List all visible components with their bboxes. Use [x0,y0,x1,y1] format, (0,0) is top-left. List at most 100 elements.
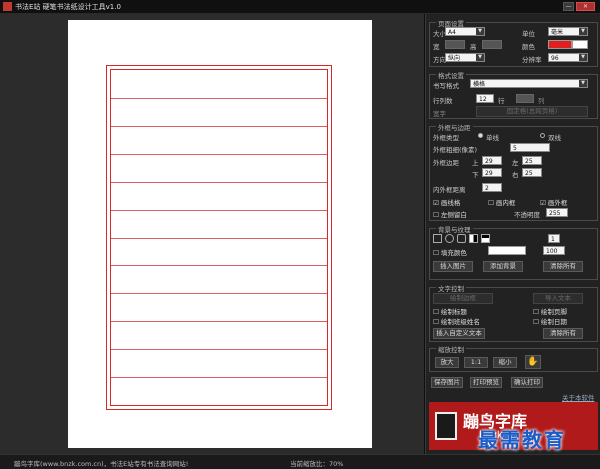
width-label: 宽 [433,43,440,51]
draw-line-checkbox[interactable]: ☑ 画线格 [433,197,460,207]
draw-date-checkbox[interactable]: ☐ 绘制日期 [533,316,567,326]
draw-inner-checkbox[interactable]: ☐ 画内框 [488,197,515,207]
top-fill-icon[interactable] [481,234,490,243]
fill-color-swatch[interactable] [488,246,526,255]
draw-name-checkbox[interactable]: ☐ 绘制班级姓名 [433,316,480,326]
single-line-radio[interactable] [478,133,483,138]
right-label: 右 [512,171,519,179]
app-icon [3,2,12,11]
actual-size-button[interactable]: 1:1 [464,357,488,368]
format-select[interactable]: 横格 ▼ [470,79,588,88]
height-input[interactable] [482,40,502,49]
color-label: 颜色 [522,43,535,51]
margin-label: 外框边距 [433,159,459,167]
draw-outer-checkbox[interactable]: ☑ 画外框 [540,197,567,207]
ruled-line [111,181,327,183]
add-background-button[interactable]: 添加背景 [483,261,523,272]
bottom-label: 下 [472,171,479,179]
opacity-input[interactable]: 255 [546,208,568,217]
close-button[interactable]: ✕ [576,2,595,11]
border-settings-title: 外框与边距 [436,122,473,132]
background-group: 背景与纹理 1 ☐ 填充颜色 100 插入图片 添加背景 清除所有 [429,224,598,280]
outer-frame [106,65,332,410]
ruled-line [111,349,327,351]
ruled-line [111,209,327,211]
bottom-margin-input[interactable]: 29 [482,168,502,177]
insert-image-button[interactable]: 插入图片 [433,261,473,272]
fill-color-checkbox[interactable]: ☐ 填充颜色 [433,247,467,257]
thickness-input[interactable]: 5 [510,143,550,152]
ruled-line [111,265,327,267]
octagon-shape-icon[interactable] [457,234,466,243]
thickness-label: 外框粗细(像素) [433,146,478,154]
size-select[interactable]: A4 ▼ [445,27,485,36]
rows-input[interactable]: 12 [476,94,494,103]
single-line-label: 单线 [486,134,499,142]
double-line-radio[interactable] [540,133,545,138]
opacity-label: 不透明度 [514,211,540,219]
inner-frame [110,69,328,406]
text-settings-title: 文字控制 [436,283,466,293]
draw-footer-checkbox[interactable]: ☐ 绘制页脚 [533,306,567,316]
ruled-line [111,293,327,295]
draw-title-checkbox[interactable]: ☐ 绘制标题 [433,306,467,316]
cols-unit: 列 [538,97,545,105]
zoom-in-button[interactable]: 放大 [435,357,459,368]
cols-input[interactable] [516,94,534,103]
paper-color-swatch-white[interactable] [572,40,588,49]
watermark-text: 最需教育 [478,428,566,452]
right-margin-input[interactable]: 25 [522,168,542,177]
zoom-status: 当前缩放比：70% [290,460,344,468]
clear-background-button[interactable]: 清除所有 [543,261,583,272]
top-margin-input[interactable]: 29 [482,156,502,165]
page-settings-group: 页面设置 大小 A4 ▼ 单位 毫米 ▼ 宽 高 颜色 方向 纵向 ▼ 分辨率 96 ▼ [429,18,598,67]
import-text-button[interactable]: 导入文本 [533,293,583,304]
title-bar: 书法E站 硬笔书法纸设计工具v1.0 — ✕ [0,0,600,14]
orientation-select[interactable]: 纵向 ▼ [445,53,485,62]
unit-label: 单位 [522,30,535,38]
double-line-label: 双线 [548,134,561,142]
zoom-out-button[interactable]: 缩小 [493,357,517,368]
ruled-line [111,237,327,239]
zoom-group: 缩放控制 放大 1:1 缩小 ✋ [429,344,598,372]
width-char-label: 宽字 [433,110,446,118]
seal-icon [435,412,457,440]
left-blank-checkbox[interactable]: ☐ 左侧留白 [433,209,467,219]
status-bar: 蹦鸟字库(www.bnzk.com.cn)，书法E站专有书法查询网站! 当前缩放… [0,454,600,469]
fixed-grid-button[interactable]: 固定格(总跨页格) [476,106,588,117]
paper-color-swatch[interactable] [548,40,572,49]
confirm-print-button[interactable]: 确认打印 [511,377,543,388]
fill-opacity-input[interactable]: 100 [543,246,565,255]
border-settings-group: 外框与边距 外框类型 单线 双线 外框粗细(像素) 5 外框边距 上 29 左 … [429,122,598,221]
insert-custom-text-button[interactable]: 插入自定义文本 [433,328,485,339]
ruled-line [111,153,327,155]
zoom-title: 缩放控制 [436,344,466,354]
unit-select[interactable]: 毫米 ▼ [548,27,588,36]
inner-distance-label: 内外框距离 [433,186,466,194]
resolution-label: 分辨率 [522,56,542,64]
clear-text-button[interactable]: 清除所有 [543,328,583,339]
top-label: 上 [472,159,479,167]
ruled-line [111,377,327,379]
resolution-select[interactable]: 96 ▼ [548,53,588,62]
save-image-button[interactable]: 保存图片 [431,377,463,388]
rows-label: 行列数 [433,97,453,105]
format-settings-group: 格式设置 书写格式 横格 ▼ 行列数 12 行 列 宽字 固定格(总跨页格) [429,70,598,119]
texture-count-input[interactable]: 1 [548,234,560,243]
paper-preview [68,20,372,448]
format-settings-title: 格式设置 [436,70,466,80]
draw-border-button[interactable]: 绘制边框 [433,293,493,304]
half-fill-icon[interactable] [469,234,478,243]
text-settings-group: 文字控制 绘制边框 导入文本 ☐ 绘制标题 ☐ 绘制页脚 ☐ 绘制班级姓名 ☐ … [429,283,598,342]
about-link[interactable]: 关于本软件 [562,392,595,402]
minimize-button[interactable]: — [563,2,574,11]
rows-unit: 行 [498,97,505,105]
width-input[interactable] [445,40,465,49]
square-shape-icon[interactable] [433,234,442,243]
print-preview-button[interactable]: 打印预览 [470,377,502,388]
hand-tool-icon[interactable]: ✋ [525,355,541,369]
circle-shape-icon[interactable] [445,234,454,243]
left-margin-input[interactable]: 25 [522,156,542,165]
inner-distance-input[interactable]: 2 [482,183,502,192]
ruled-line [111,97,327,99]
